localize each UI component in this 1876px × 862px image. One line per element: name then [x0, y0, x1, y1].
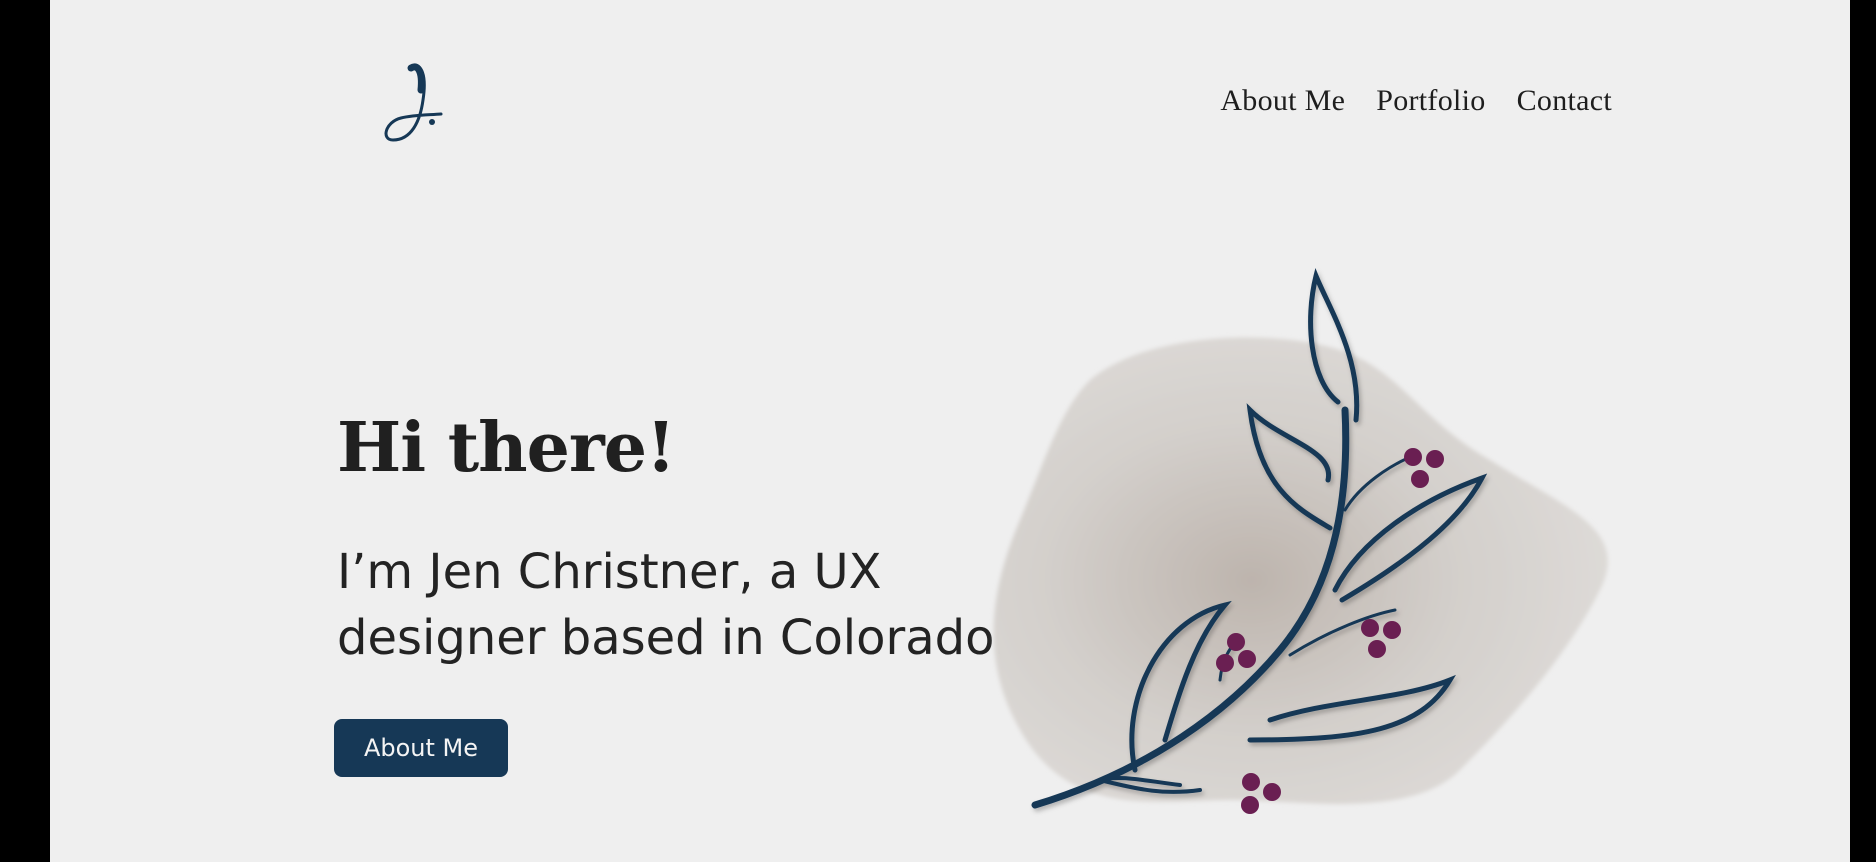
berry — [1361, 619, 1379, 637]
about-me-button[interactable]: About Me — [334, 719, 508, 777]
nav-contact[interactable]: Contact — [1517, 84, 1612, 118]
berry — [1263, 783, 1281, 801]
page: About Me Portfolio Contact Hi there! I’m… — [50, 0, 1850, 862]
berry — [1368, 640, 1386, 658]
berry — [1238, 650, 1256, 668]
branch-illustration — [993, 268, 1608, 814]
hero-title: Hi there! — [337, 408, 676, 488]
berry — [1241, 796, 1259, 814]
berry — [1242, 773, 1260, 791]
nav-portfolio[interactable]: Portfolio — [1376, 84, 1485, 118]
berry — [1383, 621, 1401, 639]
berry — [1227, 633, 1245, 651]
hero-subtitle: I’m Jen Christner, a UX designer based i… — [337, 544, 1009, 666]
berry — [1404, 448, 1422, 466]
main-nav: About Me Portfolio Contact — [50, 84, 1612, 118]
nav-about-me[interactable]: About Me — [1220, 84, 1345, 118]
berry — [1411, 470, 1429, 488]
berry — [1216, 654, 1234, 672]
berry — [1426, 450, 1444, 468]
background-blob — [993, 337, 1608, 804]
